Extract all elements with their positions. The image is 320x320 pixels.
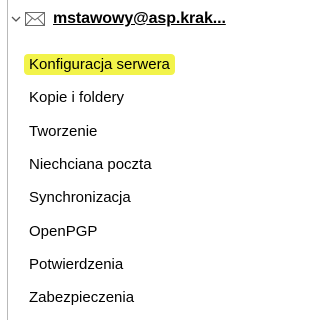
chevron-down-icon[interactable] xyxy=(9,12,23,26)
envelope-icon xyxy=(25,12,45,26)
settings-item-label: Niechciana poczta xyxy=(29,156,152,174)
settings-item-label: OpenPGP xyxy=(29,222,98,240)
settings-item-list: Konfiguracja serwera Kopie i foldery Two… xyxy=(24,48,265,314)
settings-item-label: Kopie i foldery xyxy=(29,89,125,107)
settings-item-composition[interactable]: Tworzenie xyxy=(29,115,265,148)
settings-item-label: Synchronizacja xyxy=(29,189,131,207)
settings-item-receipts[interactable]: Potwierdzenia xyxy=(29,248,265,281)
settings-item-label: Zabezpieczenia xyxy=(29,289,135,307)
settings-item-server-configuration[interactable]: Konfiguracja serwera xyxy=(24,48,265,81)
settings-item-label: Tworzenie xyxy=(29,122,98,140)
settings-item-security[interactable]: Zabezpieczenia xyxy=(29,281,265,314)
settings-item-junk-mail[interactable]: Niechciana poczta xyxy=(29,148,265,181)
settings-item-synchronization[interactable]: Synchronizacja xyxy=(29,181,265,214)
settings-item-label: Potwierdzenia xyxy=(29,255,124,273)
account-name-label[interactable]: mstawowy@asp.krak... xyxy=(53,10,226,28)
account-tree-node[interactable]: mstawowy@asp.krak... xyxy=(9,6,226,32)
settings-item-label: Konfiguracja serwera xyxy=(24,54,175,76)
settings-item-copies-and-folders[interactable]: Kopie i foldery xyxy=(29,81,265,114)
tree-guide-line xyxy=(7,0,8,320)
settings-item-openpgp[interactable]: OpenPGP xyxy=(29,214,265,247)
account-settings-tree: mstawowy@asp.krak... Konfiguracja serwer… xyxy=(0,0,272,320)
